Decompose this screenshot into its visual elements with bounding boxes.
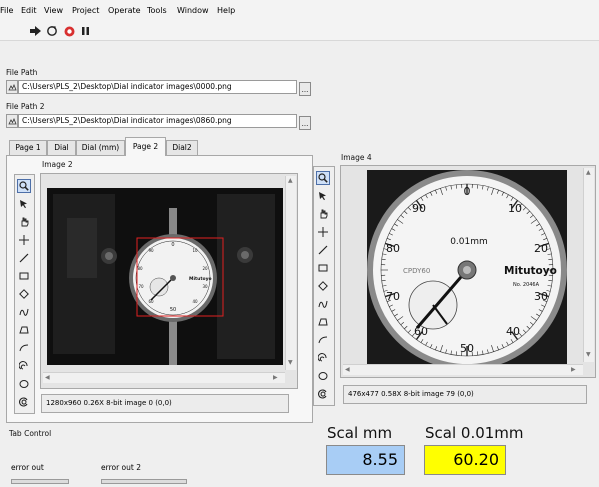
pointer-icon[interactable] bbox=[17, 197, 31, 211]
svg-text:10: 10 bbox=[192, 248, 198, 253]
scal-mm-indicator: 8.55 bbox=[326, 445, 405, 475]
gauge-brand-small: Mitutoyo bbox=[189, 276, 212, 282]
tab-control-label: Tab Control bbox=[9, 429, 52, 438]
gauge-serial: CPDY60 bbox=[403, 267, 430, 275]
tab-page-2[interactable]: Page 2 bbox=[125, 137, 166, 156]
gauge-brand: Mitutoyo bbox=[504, 265, 557, 277]
menu-bar: File Edit View Project Operate Tools Win… bbox=[0, 0, 599, 22]
pointer-icon[interactable] bbox=[316, 189, 330, 203]
freehand-icon[interactable] bbox=[316, 297, 330, 311]
dial-closeup-image4: 0 10 20 30 40 50 60 70 80 90 0.01mm Mitu… bbox=[367, 170, 567, 366]
run-toolbar bbox=[0, 22, 599, 41]
menu-tools[interactable]: Tools bbox=[147, 6, 167, 15]
gauge-label-0: 0 bbox=[464, 185, 471, 198]
scal-001mm-indicator: 60.20 bbox=[424, 445, 506, 475]
annulus-icon[interactable] bbox=[17, 359, 31, 373]
svg-text:30: 30 bbox=[202, 284, 208, 289]
menu-help[interactable]: Help bbox=[217, 6, 235, 15]
file-path2-input[interactable]: C:\Users\PLS_2\Desktop\Dial indicator im… bbox=[18, 114, 297, 128]
line-icon[interactable] bbox=[316, 243, 330, 257]
abort-icon[interactable] bbox=[63, 25, 75, 37]
file-path2-browse-button[interactable]: ... bbox=[299, 116, 311, 130]
tab-page-1[interactable]: Page 1 bbox=[9, 140, 47, 155]
svg-text:80: 80 bbox=[137, 266, 143, 271]
polyline-icon[interactable] bbox=[17, 341, 31, 355]
file-path-input[interactable]: C:\Users\PLS_2\Desktop\Dial indicator im… bbox=[18, 80, 297, 94]
run-continuous-icon[interactable] bbox=[46, 25, 58, 37]
zoom-icon[interactable] bbox=[316, 171, 330, 185]
oval-icon[interactable] bbox=[17, 377, 31, 391]
polygon-icon[interactable] bbox=[316, 315, 330, 329]
image2-status-bar: 1280x960 0.26X 8-bit image 0 (0,0) bbox=[41, 394, 289, 413]
path-type-icon bbox=[6, 80, 18, 94]
error-out2-cluster bbox=[101, 479, 187, 484]
tab-dial2[interactable]: Dial2 bbox=[166, 140, 198, 155]
image4-horizontal-scrollbar[interactable]: ◀ ▶ bbox=[343, 364, 583, 375]
image4-display[interactable]: 0 10 20 30 40 50 60 70 80 90 0.01mm Mitu… bbox=[340, 165, 596, 378]
image2-horizontal-scrollbar[interactable]: ◀ ▶ bbox=[43, 372, 285, 383]
image4-vertical-scrollbar[interactable]: ▲ ▼ bbox=[583, 168, 594, 362]
rotated-rect-icon[interactable] bbox=[316, 279, 330, 293]
svg-text:90: 90 bbox=[148, 248, 154, 253]
menu-edit[interactable]: Edit bbox=[21, 6, 37, 15]
image2-tool-palette bbox=[14, 174, 35, 414]
image4-label: Image 4 bbox=[341, 153, 372, 162]
line-icon[interactable] bbox=[17, 251, 31, 265]
file-path-browse-button[interactable]: ... bbox=[299, 82, 311, 96]
gauge-label-90: 90 bbox=[412, 202, 426, 215]
crosshair-icon[interactable] bbox=[17, 233, 31, 247]
error-out-cluster bbox=[11, 479, 69, 484]
gauge-model: No. 2046A bbox=[513, 282, 540, 288]
gauge-label-30: 30 bbox=[534, 290, 548, 303]
pause-icon[interactable] bbox=[79, 25, 91, 37]
crosshair-icon[interactable] bbox=[316, 225, 330, 239]
path-type-icon bbox=[6, 114, 18, 128]
broken-arc-icon[interactable] bbox=[316, 387, 330, 401]
polyline-icon[interactable] bbox=[316, 333, 330, 347]
error-out2-label: error out 2 bbox=[101, 463, 141, 472]
rotated-rect-icon[interactable] bbox=[17, 287, 31, 301]
scal-mm-label: Scal mm bbox=[327, 424, 393, 442]
tab-dial-mm[interactable]: Dial (mm) bbox=[76, 140, 125, 155]
menu-project[interactable]: Project bbox=[72, 6, 99, 15]
svg-text:50: 50 bbox=[170, 307, 176, 313]
gauge-label-50: 50 bbox=[460, 342, 474, 355]
dial-photo-image2: 0 90 10 80 20 70 30 60 40 50 Mitutoyo bbox=[47, 188, 283, 365]
gauge-label-20: 20 bbox=[534, 242, 548, 255]
gauge-label-80: 80 bbox=[386, 242, 400, 255]
rectangle-icon[interactable] bbox=[316, 261, 330, 275]
polygon-icon[interactable] bbox=[17, 323, 31, 337]
image4-tool-palette bbox=[313, 166, 335, 406]
svg-text:70: 70 bbox=[138, 284, 144, 289]
tab-dial[interactable]: Dial bbox=[47, 140, 76, 155]
gauge-label-10: 10 bbox=[508, 202, 522, 215]
rectangle-icon[interactable] bbox=[17, 269, 31, 283]
menu-view[interactable]: View bbox=[44, 6, 63, 15]
pan-hand-icon[interactable] bbox=[316, 207, 330, 221]
svg-text:40: 40 bbox=[192, 299, 198, 304]
menu-window[interactable]: Window bbox=[177, 6, 209, 15]
annulus-icon[interactable] bbox=[316, 351, 330, 365]
error-out-label: error out bbox=[11, 463, 44, 472]
pan-hand-icon[interactable] bbox=[17, 215, 31, 229]
oval-icon[interactable] bbox=[316, 369, 330, 383]
zoom-icon[interactable] bbox=[17, 179, 31, 193]
image2-display[interactable]: 0 90 10 80 20 70 30 60 40 50 Mitutoyo ▲ … bbox=[40, 173, 298, 389]
image4-status-bar: 476x477 0.58X 8-bit image 79 (0,0) bbox=[343, 385, 587, 404]
svg-text:0: 0 bbox=[171, 242, 174, 248]
gauge-label-40: 40 bbox=[506, 325, 520, 338]
file-path-label: File Path bbox=[6, 68, 38, 77]
scal-001mm-label: Scal 0.01mm bbox=[425, 424, 524, 442]
file-path2-label: File Path 2 bbox=[6, 102, 45, 111]
broken-arc-icon[interactable] bbox=[17, 395, 31, 409]
image2-vertical-scrollbar[interactable]: ▲ ▼ bbox=[285, 176, 296, 370]
svg-text:20: 20 bbox=[202, 266, 208, 271]
run-arrow-icon[interactable] bbox=[30, 25, 42, 37]
gauge-label-70: 70 bbox=[386, 290, 400, 303]
freehand-icon[interactable] bbox=[17, 305, 31, 319]
image2-label: Image 2 bbox=[42, 160, 73, 169]
menu-operate[interactable]: Operate bbox=[108, 6, 141, 15]
gauge-resolution: 0.01mm bbox=[450, 237, 488, 247]
menu-file[interactable]: File bbox=[0, 6, 13, 15]
